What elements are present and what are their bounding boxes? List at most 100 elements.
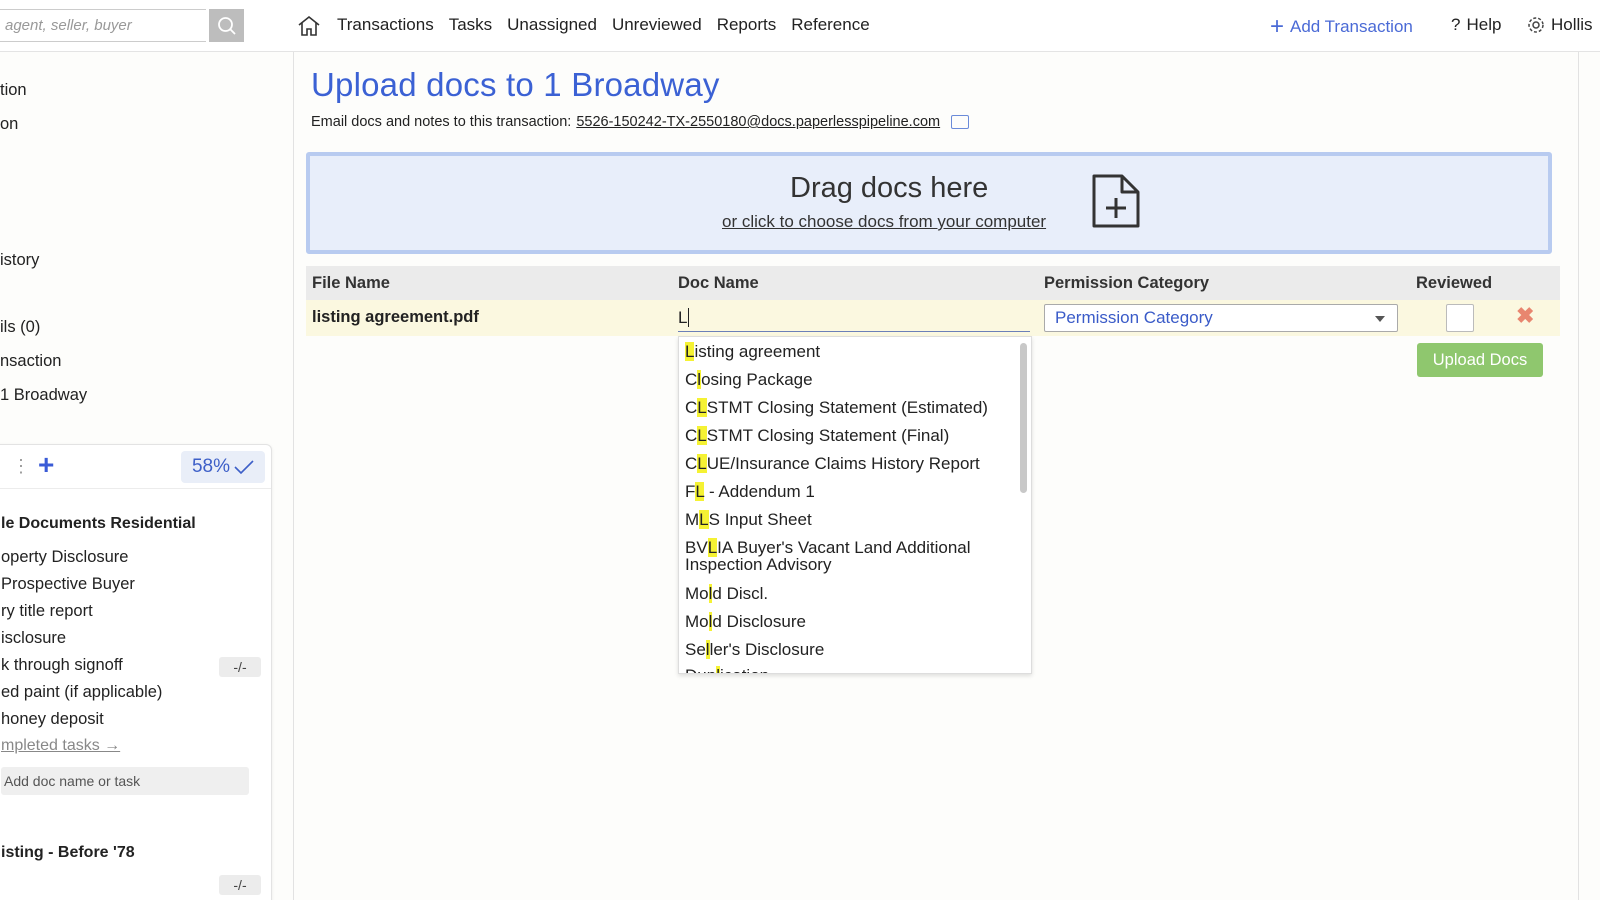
suggestion-text: Mo bbox=[685, 584, 709, 603]
nav-reports[interactable]: Reports bbox=[717, 15, 777, 35]
file-name: listing agreement.pdf bbox=[312, 308, 479, 326]
nav-unassigned[interactable]: Unassigned bbox=[507, 15, 597, 35]
sidebar-link[interactable]: tion bbox=[0, 81, 27, 100]
email-address-link[interactable]: 5526-150242-TX-2550180@docs.paperlesspip… bbox=[576, 114, 940, 130]
right-panel-edge bbox=[1578, 52, 1600, 900]
permission-category-select[interactable]: Permission Category bbox=[1044, 304, 1398, 332]
upload-docs-button[interactable]: Upload Docs bbox=[1417, 343, 1543, 377]
add-transaction-link[interactable]: + Add Transaction bbox=[1270, 15, 1413, 39]
text-cursor bbox=[688, 308, 690, 327]
kebab-menu-icon[interactable]: ⋮ bbox=[12, 457, 30, 475]
gear-icon bbox=[1528, 17, 1544, 33]
nav-tasks[interactable]: Tasks bbox=[449, 15, 492, 35]
page-title: Upload docs to 1 Broadway bbox=[311, 66, 720, 103]
task-item[interactable]: k through signoff bbox=[1, 656, 123, 675]
sidebar-link-history[interactable]: istory bbox=[0, 251, 39, 270]
sidebar-link-emails[interactable]: ils (0) bbox=[0, 318, 40, 337]
task-item[interactable]: ed paint (if applicable) bbox=[1, 683, 162, 702]
caret-down-icon bbox=[1375, 316, 1385, 322]
suggestion-text: C bbox=[685, 426, 698, 445]
remove-row-icon[interactable]: ✖ bbox=[1516, 303, 1534, 329]
progress-percent: 58% bbox=[191, 456, 231, 477]
plus-icon: + bbox=[1270, 13, 1285, 40]
progress-badge: 58% bbox=[181, 451, 265, 483]
suggestion-item[interactable]: Closing Package bbox=[685, 370, 1005, 389]
contact-card-icon[interactable] bbox=[951, 115, 970, 129]
home-icon[interactable] bbox=[297, 14, 321, 38]
drop-title: Drag docs here bbox=[790, 172, 989, 204]
match-highlight: L bbox=[695, 482, 705, 501]
help-link[interactable]: ? Help bbox=[1451, 15, 1501, 35]
suggestion-item[interactable]: FL - Addendum 1 bbox=[685, 482, 1005, 501]
suggestion-text: S Input Sheet bbox=[708, 510, 812, 529]
suggestion-item[interactable]: CLUE/Insurance Claims History Report bbox=[685, 454, 1005, 473]
user-menu[interactable]: Hollis bbox=[1527, 15, 1593, 35]
suggestion-item[interactable]: CLSTMT Closing Statement (Estimated) bbox=[685, 398, 1005, 417]
doc-name-value: L bbox=[678, 308, 688, 327]
doc-name-input[interactable]: L bbox=[678, 304, 1030, 332]
column-permission-category: Permission Category bbox=[1044, 274, 1210, 292]
suggestion-text: UE/Insurance Claims History Report bbox=[706, 454, 980, 473]
checklist-title: isting - Before '78 bbox=[1, 844, 135, 861]
task-item[interactable]: Prospective Buyer bbox=[1, 575, 135, 594]
suggestion-text: M bbox=[685, 510, 700, 529]
match-highlight: L bbox=[699, 510, 709, 529]
suggestion-text: Mo bbox=[685, 612, 709, 631]
help-label: Help bbox=[1466, 15, 1502, 34]
choose-docs-link[interactable]: or click to choose docs from your comput… bbox=[722, 212, 1046, 232]
suggestion-item[interactable]: BVLIA Buyer's Vacant Land Additional Ins… bbox=[685, 538, 1005, 573]
task-item[interactable]: honey deposit bbox=[1, 710, 104, 729]
suggestion-item[interactable]: MLS Input Sheet bbox=[685, 510, 1005, 529]
upload-table-header: File Name Doc Name Permission Category R… bbox=[306, 266, 1560, 300]
drop-zone[interactable]: Drag docs here or click to choose docs f… bbox=[306, 152, 1552, 254]
doc-name-suggestions: Listing agreement Closing Package CLSTMT C… bbox=[678, 336, 1032, 674]
main-nav: Transactions Tasks Unassigned Unreviewed… bbox=[337, 15, 885, 35]
email-label: Email docs and notes to this transaction… bbox=[311, 114, 572, 130]
nav-transactions[interactable]: Transactions bbox=[337, 15, 434, 35]
checklist-card: ⋮ + 58% le Documents Residential operty … bbox=[0, 444, 272, 900]
task-item[interactable]: operty Disclosure bbox=[1, 548, 128, 567]
nav-unreviewed[interactable]: Unreviewed bbox=[612, 15, 702, 35]
sidebar-link-address[interactable]: 1 Broadway bbox=[0, 386, 87, 405]
search-button[interactable] bbox=[209, 9, 244, 42]
suggestion-text: STMT Closing Statement (Estimated) bbox=[706, 398, 988, 417]
search-input[interactable]: agent, seller, buyer bbox=[0, 9, 206, 42]
column-reviewed: Reviewed bbox=[1416, 274, 1493, 292]
suggestion-text: C bbox=[685, 398, 698, 417]
sidebar-link-transaction[interactable]: nsaction bbox=[0, 352, 61, 371]
suggestion-text: d Discl. bbox=[712, 584, 769, 603]
suggestion-text: isting agreement bbox=[694, 342, 821, 361]
suggestion-item[interactable]: Seller's Disclosure bbox=[685, 640, 1005, 659]
match-highlight: L bbox=[697, 454, 707, 473]
suggestion-text: d Disclosure bbox=[712, 612, 806, 631]
file-add-icon bbox=[1092, 174, 1140, 228]
main-content: Upload docs to 1 Broadway Email docs and… bbox=[294, 52, 1574, 900]
suggestion-text: ler's Disclosure bbox=[709, 640, 825, 659]
suggestion-text: Se bbox=[685, 640, 706, 659]
task-item[interactable]: isclosure bbox=[1, 629, 66, 648]
nav-reference[interactable]: Reference bbox=[791, 15, 869, 35]
match-highlight: L bbox=[697, 426, 707, 445]
task-item[interactable]: ry title report bbox=[1, 602, 93, 621]
reviewed-checkbox[interactable] bbox=[1446, 304, 1474, 332]
column-doc-name: Doc Name bbox=[678, 274, 759, 292]
suggestion-item[interactable]: Mold Disclosure bbox=[685, 612, 1005, 631]
suggestion-text: C bbox=[685, 370, 698, 389]
completed-tasks-link[interactable]: mpleted tasks → bbox=[1, 737, 120, 755]
add-doc-input[interactable]: Add doc name or task bbox=[1, 767, 249, 795]
suggestion-item[interactable]: Listing agreement bbox=[685, 342, 1005, 361]
suggestion-text: Dup bbox=[685, 666, 716, 673]
email-line: Email docs and notes to this transaction… bbox=[311, 114, 970, 130]
add-transaction-label: Add Transaction bbox=[1290, 17, 1413, 36]
checklist-header: ⋮ + 58% bbox=[0, 445, 271, 489]
user-name: Hollis bbox=[1551, 15, 1593, 34]
suggestion-item[interactable]: Mold Discl. bbox=[685, 584, 1005, 603]
column-file-name: File Name bbox=[312, 274, 390, 292]
left-sidebar: tion on istory ils (0) nsaction 1 Broadw… bbox=[0, 52, 294, 900]
scrollbar[interactable] bbox=[1020, 343, 1027, 493]
add-task-button[interactable]: + bbox=[38, 451, 54, 479]
suggestion-item[interactable]: Duplication bbox=[685, 666, 1005, 673]
suggestion-item[interactable]: CLSTMT Closing Statement (Final) bbox=[685, 426, 1005, 445]
permission-category-value: Permission Category bbox=[1055, 308, 1213, 327]
sidebar-link[interactable]: on bbox=[0, 115, 18, 134]
